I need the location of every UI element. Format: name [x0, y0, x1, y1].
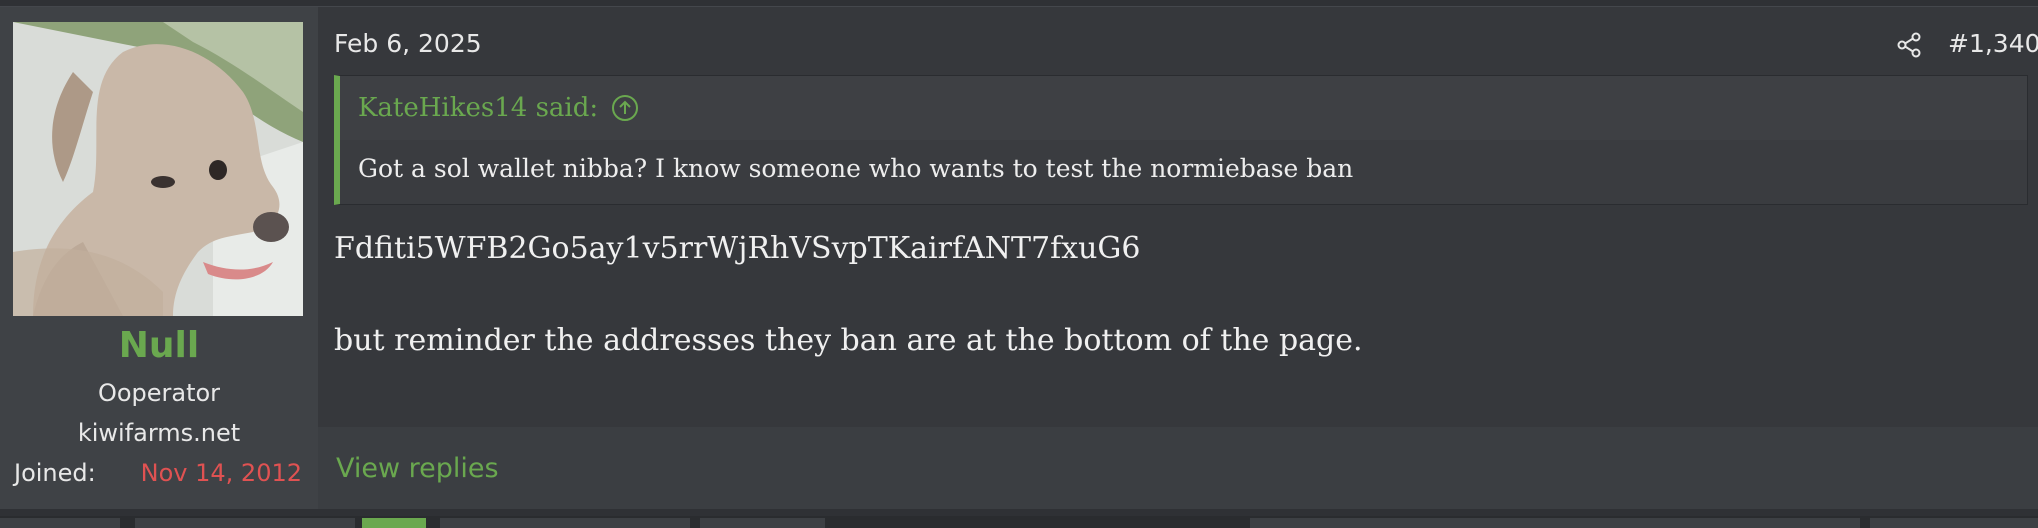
dog-avatar-icon — [13, 22, 303, 316]
joined-label: Joined: — [14, 459, 96, 487]
quote-header[interactable]: KateHikes14 said: — [340, 76, 2027, 140]
strip-segment — [1250, 518, 1860, 528]
post-date[interactable]: Feb 6, 2025 — [334, 29, 482, 58]
message-line-address: Fdfiti5WFB2Go5ay1v5rrWjRhVSvpTKairfANT7f… — [334, 231, 1141, 266]
strip-segment — [700, 518, 825, 528]
strip-segment — [135, 518, 355, 528]
post-footer — [318, 427, 2038, 509]
forum-post: Null Ooperator kiwifarms.net Joined: Nov… — [0, 6, 2038, 509]
post-number-link[interactable]: #1,340 — [1948, 29, 2038, 58]
quote-text: Got a sol wallet nibba? I know someone w… — [358, 154, 1354, 183]
user-banner: kiwifarms.net — [77, 419, 241, 447]
arrow-up-circle-icon[interactable] — [610, 93, 640, 123]
share-icon[interactable] — [1895, 31, 1923, 59]
message-line-reminder: but reminder the addresses they ban are … — [334, 323, 1363, 358]
strip-segment — [440, 518, 690, 528]
avatar[interactable] — [13, 22, 303, 316]
joined-date: Nov 14, 2012 — [140, 459, 302, 487]
strip-segment-accent — [362, 518, 426, 528]
quote-author[interactable]: KateHikes14 said: — [358, 93, 598, 123]
author-panel: Null Ooperator kiwifarms.net Joined: Nov… — [0, 7, 318, 509]
strip-segment — [0, 518, 120, 528]
strip-segment — [1870, 518, 2038, 528]
quote-block: KateHikes14 said: Got a sol wallet nibba… — [334, 75, 2028, 205]
view-replies-link[interactable]: View replies — [336, 453, 499, 484]
user-title: Ooperator — [97, 379, 221, 407]
username[interactable]: Null — [0, 325, 318, 366]
